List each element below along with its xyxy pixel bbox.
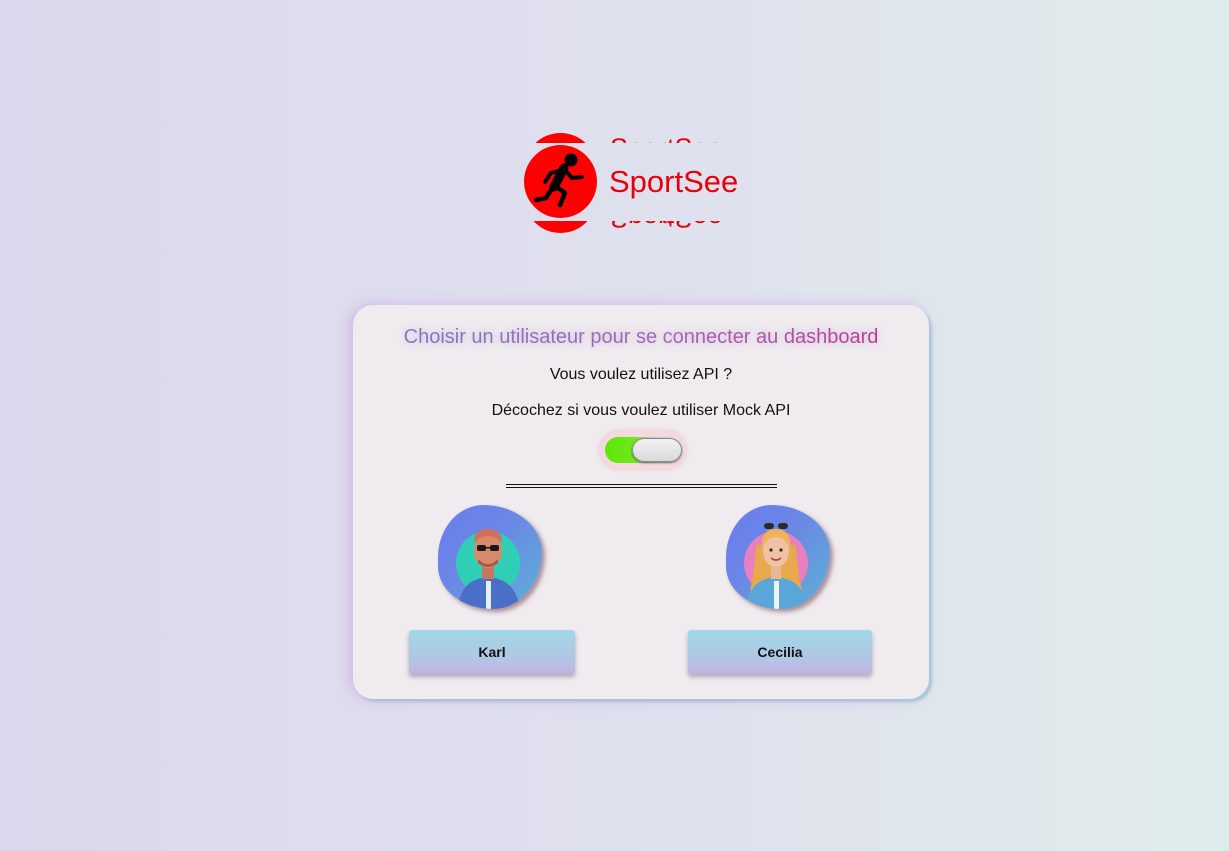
logo-reflection-top: SportSee	[524, 129, 752, 143]
logo-main: SportSee	[524, 145, 752, 219]
man-avatar-icon	[438, 505, 542, 609]
runner-icon	[524, 145, 597, 218]
logo-reflection-bottom: SportSee	[524, 221, 752, 235]
karl-button[interactable]: Karl	[409, 630, 575, 674]
woman-avatar-icon	[726, 505, 830, 609]
login-card: Choisir un utilisateur pour se connecter…	[353, 305, 929, 699]
divider	[506, 484, 777, 488]
api-toggle[interactable]	[600, 431, 686, 469]
cecilia-button[interactable]: Cecilia	[688, 630, 872, 674]
brand-name: SportSee	[609, 164, 739, 199]
mock-api-hint: Décochez si vous voulez utiliser Mock AP…	[491, 402, 791, 419]
toggle-track	[605, 437, 682, 463]
toggle-knob	[632, 438, 682, 462]
sportsee-logo: SportSee SportSee SportSee	[524, 129, 752, 237]
card-title: Choisir un utilisateur pour se connecter…	[353, 325, 929, 349]
api-question: Vous voulez utilisez API ?	[549, 366, 733, 383]
